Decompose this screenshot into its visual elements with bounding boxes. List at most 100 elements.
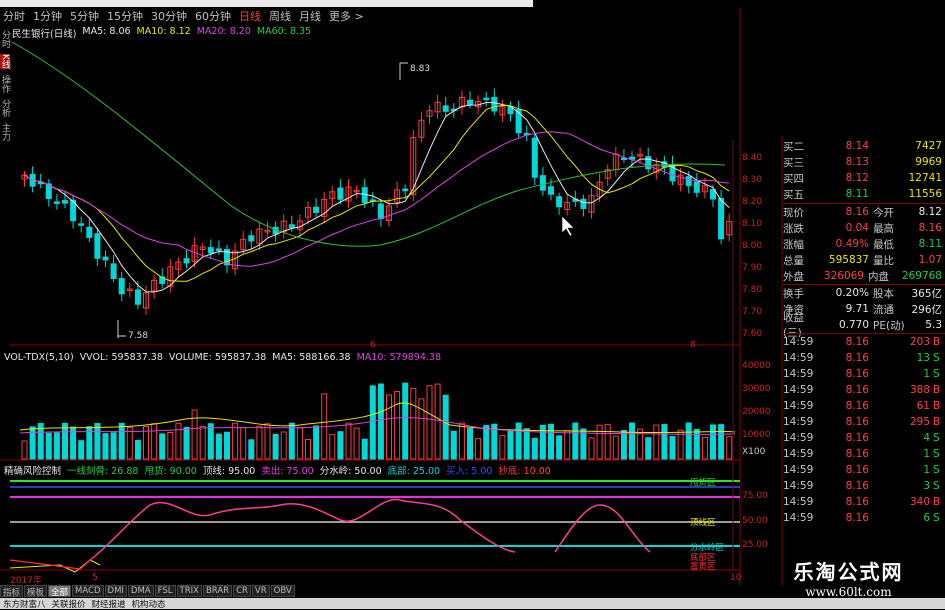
- volume-bar: [159, 433, 166, 460]
- quote-row: 买三 8.13 9969: [783, 156, 942, 169]
- status-item[interactable]: 东方财富八: [3, 598, 46, 610]
- stat-row: 换手 0.20% 股本 365亿: [783, 287, 942, 300]
- volume-bar: [710, 424, 716, 460]
- status-item[interactable]: 机构动态: [132, 598, 166, 610]
- volume-bar: [588, 437, 595, 460]
- volume-bar: [264, 423, 271, 460]
- volume-bar: [564, 430, 571, 460]
- tick-row: 14:59 8.16 13 S: [783, 352, 940, 364]
- volume-bar: [612, 435, 619, 460]
- ind-axis-label: 25.00: [742, 540, 768, 550]
- indicator-tab[interactable]: 指标: [0, 585, 24, 598]
- volume-bar: [467, 428, 473, 460]
- volume-bar: [386, 394, 392, 460]
- candle: [94, 233, 101, 259]
- ma10-line: [24, 104, 730, 282]
- ind-title: 精确风险控制: [4, 466, 62, 477]
- ind-line-h: 抄底: 10.00: [498, 466, 551, 477]
- volume-bar: [45, 432, 52, 460]
- ind-line-c: 顶线: 95.00: [202, 466, 256, 477]
- volume-bar: [377, 383, 384, 460]
- volume-bar: [313, 425, 320, 460]
- stat-row: 现价 8.16 今开 8.12: [783, 206, 942, 219]
- volume-bar: [693, 428, 700, 460]
- indicator-tab-all[interactable]: 全部: [48, 585, 72, 598]
- tick-row: 14:59 8.16 295 B: [783, 416, 941, 428]
- volume-bar: [191, 409, 198, 460]
- candle: [377, 203, 384, 220]
- volume-bar: [450, 430, 457, 460]
- volume-bar: [523, 428, 530, 460]
- legend-ma5: MA5: 8.06: [82, 26, 131, 37]
- stat-row: 涨跌 0.04 最高 8.16: [783, 222, 942, 235]
- price-axis-label: 7.70: [742, 307, 763, 317]
- indicator-tab[interactable]: DMA: [127, 585, 154, 597]
- zone-tag: 甩货区: [690, 478, 716, 488]
- legend-ma10: MA10: 8.12: [136, 26, 191, 37]
- volume-bar: [102, 433, 109, 460]
- volume-bar: [199, 425, 206, 460]
- tick-list[interactable]: 14:59 8.16 203 B 14:59 8.16 13 S 14:59 8.16 1 S 1…: [783, 333, 945, 526]
- indicator-tab[interactable]: MACD: [72, 585, 104, 597]
- indicator-tab[interactable]: VR: [251, 585, 270, 597]
- indicator-tab[interactable]: OBV: [270, 585, 295, 597]
- status-item[interactable]: 关联报价: [52, 598, 86, 610]
- ma60-line: [11, 41, 726, 247]
- volume-bar: [661, 424, 668, 460]
- volume-bar: [369, 385, 376, 460]
- volume-bar: [726, 436, 733, 460]
- price-axis-label: 8.20: [742, 197, 763, 207]
- price-axis-label: 8.10: [742, 219, 763, 229]
- candle: [207, 247, 214, 254]
- vol-axis-label: 10000: [742, 430, 771, 440]
- volume-bar: [483, 425, 490, 460]
- indicator-tab[interactable]: BRAR: [202, 585, 233, 597]
- volume-bar: [556, 435, 563, 460]
- volume-bar: [53, 432, 60, 460]
- volume-bar: [151, 423, 158, 460]
- company-stats: 换手 0.20% 股本 365亿 净资 9.71 流通 296亿 收益(三) 0.770 PE(…: [783, 284, 945, 339]
- status-item[interactable]: 财经报道: [92, 598, 126, 610]
- indicator-tab[interactable]: TRIX: [176, 585, 202, 597]
- ma5-line: [24, 101, 730, 293]
- candle: [531, 137, 538, 178]
- ind-axis-label: 50.00: [742, 516, 768, 526]
- volume-bar: [394, 390, 401, 460]
- volume-bar: [410, 387, 417, 460]
- volume-bar: [29, 426, 36, 460]
- order-book: 买二 8.14 7427 买三 8.13 9969 买四 8.12 12741 买五 8.11…: [783, 138, 945, 202]
- volume-bar: [175, 422, 182, 460]
- indicator-tab[interactable]: 模板: [24, 585, 48, 598]
- candle: [539, 175, 546, 191]
- volume-bar: [653, 424, 660, 460]
- tick-row: 14:59 8.16 1 S: [783, 448, 940, 460]
- candle: [442, 105, 449, 112]
- volume-bar: [288, 422, 295, 460]
- volume-legend: VOL-TDX(5,10) VVOL: 595837.38 VOLUME: 59…: [4, 352, 441, 363]
- quote-row: 买五 8.11 11556: [783, 188, 942, 201]
- candle: [402, 188, 409, 192]
- stat-row: 外盘 326069 内盘 269768: [783, 270, 942, 283]
- legend-ma60: MA60: 8.35: [256, 26, 312, 37]
- vol-ma5: MA5: 588166.38: [272, 352, 351, 363]
- brand-url: www.60lt.com: [805, 585, 892, 599]
- zone-tag: 顶线区: [690, 518, 716, 528]
- volume-bar: [305, 438, 311, 460]
- date-mark: 8: [690, 340, 696, 350]
- volume-bar: [718, 424, 725, 460]
- brand-name: 乐淘公式网: [793, 560, 904, 584]
- volume-bar: [458, 422, 465, 460]
- candle: [693, 181, 700, 193]
- indicator-tab[interactable]: FSL: [154, 585, 176, 597]
- quote-row: 买四 8.12 12741: [783, 172, 942, 185]
- watermark-logo: 乐淘公式网 www.60lt.com: [752, 556, 945, 606]
- indicator-tab[interactable]: DMI: [104, 585, 127, 597]
- candle: [248, 235, 255, 242]
- volume-bar: [207, 423, 214, 460]
- volume-bar: [94, 423, 101, 460]
- ma-legend: 民生银行(日线) MA5: 8.06 MA10: 8.12 MA20: 8.20…: [12, 26, 311, 40]
- vol-volume: VOLUME: 595837.38: [168, 352, 267, 363]
- tick-row: 14:59 8.16 203 B: [783, 336, 941, 348]
- candle: [134, 289, 141, 305]
- indicator-tab[interactable]: CR: [233, 585, 251, 597]
